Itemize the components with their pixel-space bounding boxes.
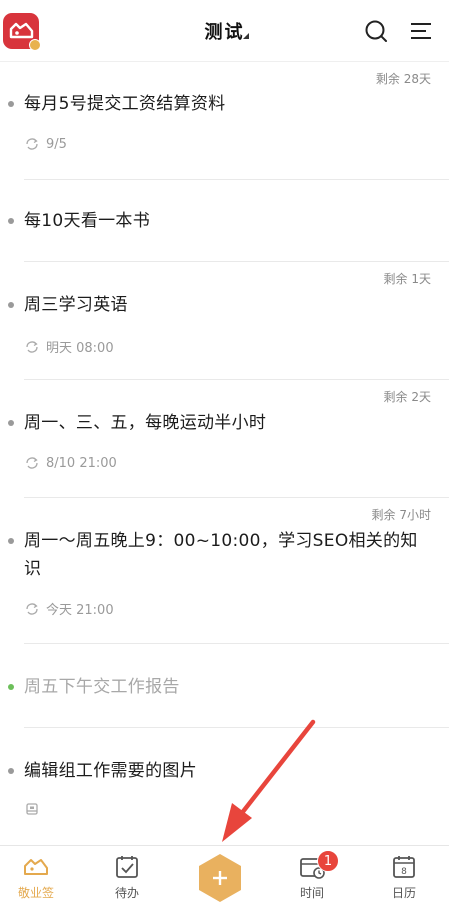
item-title: 周一、三、五，每晚运动半小时 (24, 413, 267, 433)
item-meta: 明天 08:00 (24, 337, 431, 356)
top-header: 测试 (0, 0, 449, 62)
item-title: 每月5号提交工资结算资料 (24, 94, 226, 114)
item-meta: 9/5 (24, 136, 431, 152)
tab-label: 待办 (114, 886, 139, 900)
list-item[interactable]: 剩余 7小时 周一～周五晚上9：00~10:00，学习SEO相关的知识 今天 2… (8, 498, 449, 644)
todo-check-icon (116, 856, 138, 878)
repeat-icon (26, 138, 38, 150)
notification-badge: 1 (317, 850, 339, 872)
item-meta-text: 8/10 21:00 (46, 455, 117, 471)
remaining-time: 剩余 28天 (375, 72, 431, 86)
list-item[interactable]: 剩余 2天 周一、三、五，每晚运动半小时 8/10 21:00 (8, 380, 449, 498)
item-title: 周三学习英语 (24, 295, 128, 315)
item-title: 每10天看一本书 (24, 211, 151, 231)
remaining-time: 剩余 7小时 (371, 508, 431, 522)
attachment-icon (26, 803, 38, 815)
plus-icon (199, 854, 241, 902)
tab-jingyeqian[interactable]: 敬业签 (6, 854, 66, 901)
list-item[interactable]: 每10天看一本书 (8, 180, 449, 262)
calendar-icon: 8 (393, 856, 415, 878)
list-item[interactable]: 剩余 28天 每月5号提交工资结算资料 9/5 (8, 62, 449, 180)
item-title: 周五下午交工作报告 (24, 677, 180, 697)
item-title: 周一～周五晚上9：00~10:00，学习SEO相关的知识 (24, 531, 418, 579)
status-dot (8, 101, 14, 107)
remaining-time: 剩余 1天 (383, 272, 431, 286)
remaining-time: 剩余 2天 (383, 390, 431, 404)
list-item[interactable]: 剩余 1天 周三学习英语 明天 08:00 (8, 262, 449, 380)
tab-label: 敬业签 (17, 886, 54, 900)
search-icon[interactable] (363, 18, 389, 44)
item-meta: 今天 21:00 (24, 599, 431, 618)
status-dot-done (8, 684, 14, 690)
repeat-icon (26, 457, 38, 469)
dropdown-caret-icon[interactable] (243, 33, 249, 39)
tab-calendar[interactable]: 8 日历 (374, 854, 434, 901)
item-meta-text: 今天 21:00 (46, 603, 114, 618)
item-meta-text: 9/5 (46, 136, 67, 152)
item-meta: 8/10 21:00 (24, 455, 431, 471)
item-title: 编辑组工作需要的图片 (24, 761, 197, 781)
repeat-icon (26, 340, 38, 353)
list-item[interactable]: 编辑组工作需要的图片 (8, 728, 449, 845)
calendar-day-number: 8 (401, 867, 407, 877)
note-list[interactable]: 剩余 28天 每月5号提交工资结算资料 9/5 每10天看一本书 剩余 1天 周… (0, 62, 449, 845)
item-meta-text: 明天 08:00 (46, 341, 114, 356)
status-dot (8, 538, 14, 544)
note-logo-icon (24, 859, 48, 875)
status-dot (8, 302, 14, 308)
status-dot (8, 768, 14, 774)
tab-todo[interactable]: 待办 (97, 854, 157, 901)
page-title[interactable]: 测试 (205, 22, 245, 43)
menu-icon[interactable] (408, 18, 434, 44)
status-dot (8, 420, 14, 426)
tab-label: 日历 (391, 886, 416, 900)
repeat-icon (26, 602, 38, 615)
tab-label: 时间 (299, 886, 324, 900)
list-item[interactable]: 周五下午交工作报告 (8, 644, 449, 728)
item-meta (24, 801, 431, 817)
add-button[interactable] (197, 852, 243, 904)
status-dot (8, 218, 14, 224)
bottom-nav: 敬业签 待办 时间 1 8 日历 (0, 845, 449, 915)
